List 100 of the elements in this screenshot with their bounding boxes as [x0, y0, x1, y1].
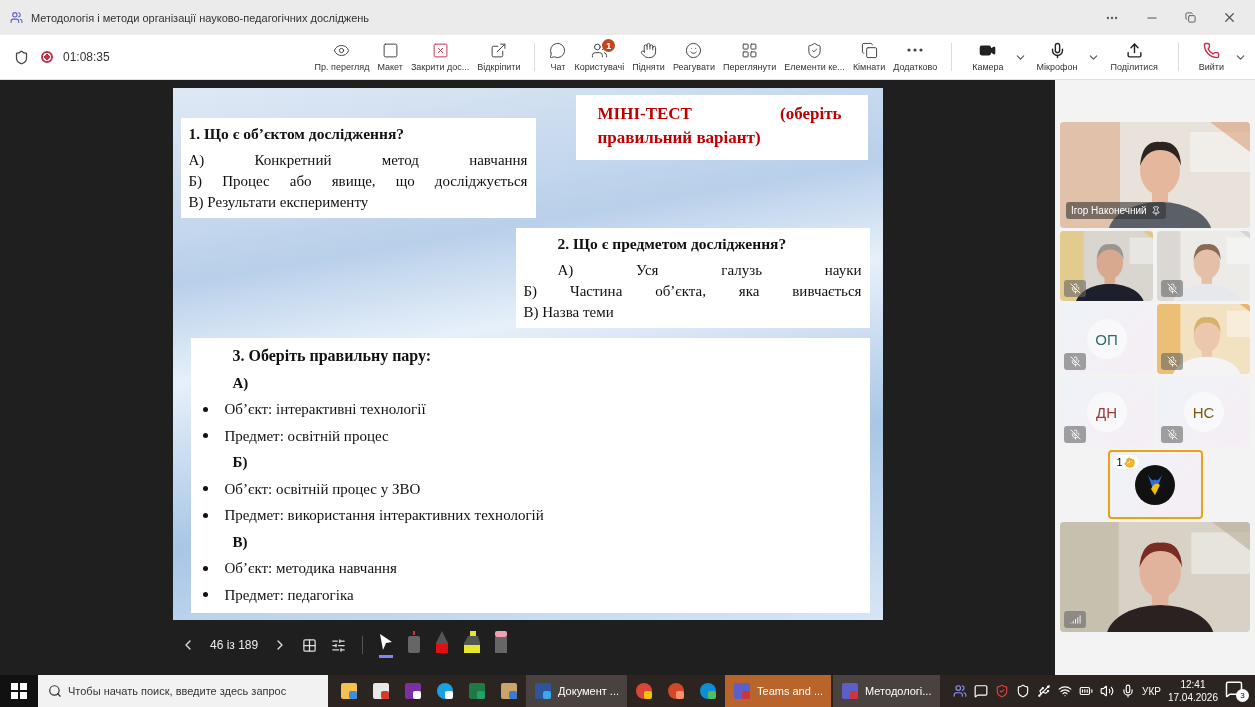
wifi-icon[interactable] — [1058, 684, 1073, 698]
taskbar-app[interactable]: Teams and ... — [725, 675, 832, 707]
teams-app-icon — [733, 682, 752, 700]
answer-option: А) Конкретний метод навчання — [188, 150, 528, 171]
language-indicator[interactable]: УКР — [1142, 685, 1161, 697]
close-icon[interactable] — [1222, 10, 1237, 25]
signal-icon — [1069, 614, 1081, 625]
window-title: Методологія і методи організації науково-педагогічних досліджень — [31, 11, 370, 24]
toolbar-button[interactable]: Поділитися — [1100, 42, 1168, 72]
participant-tile[interactable]: 1 — [1107, 450, 1203, 519]
edge-app-icon — [699, 682, 718, 700]
notification-button[interactable]: 3 — [1225, 680, 1249, 702]
avatar-icon — [1135, 464, 1175, 505]
restore-icon[interactable] — [1185, 12, 1196, 23]
chat-icon — [549, 42, 567, 59]
toolbar-button[interactable]: Вийти — [1188, 42, 1234, 72]
phone-icon — [1202, 42, 1220, 59]
participant-tile[interactable]: НС — [1157, 377, 1250, 447]
slide-title: МІНІ-ТЕСТ (оберіть правильний варіант) — [575, 95, 868, 160]
option-label: В) — [231, 532, 249, 552]
clock[interactable]: 12:41 17.04.2026 — [1167, 678, 1218, 704]
participant-tile[interactable]: ОП — [1060, 304, 1153, 374]
usb-icon[interactable] — [1037, 684, 1052, 698]
start-button[interactable] — [0, 675, 38, 707]
answer-option: Б) Частина об’єкта, яка вивчається — [523, 281, 862, 302]
people-icon — [590, 42, 608, 59]
toolbar-button[interactable]: Чат — [545, 42, 571, 72]
toolbar-button[interactable]: 1 Користувачі — [570, 42, 629, 72]
grid-icon — [302, 637, 318, 653]
list-item: Предмет: педагогіка — [224, 585, 354, 605]
search-icon — [48, 684, 62, 698]
taskbar-app[interactable]: Документ ... — [526, 675, 628, 707]
option-label: А) — [231, 373, 250, 393]
hand-icon — [1123, 456, 1135, 468]
popout-icon — [490, 42, 508, 59]
answer-option: В) Назва теми — [523, 302, 862, 323]
chat-icon[interactable] — [974, 684, 989, 698]
teams-app-icon — [841, 682, 860, 700]
toolbar-button[interactable]: Пр. перегляд — [310, 42, 374, 72]
question-title: 3. Оберіть правильну пару: — [231, 346, 433, 367]
toolbar-button[interactable]: Реагувати — [668, 42, 719, 72]
settings-button[interactable] — [331, 637, 347, 653]
eye-icon — [333, 42, 351, 59]
teams-icon — [10, 11, 23, 24]
list-item: Об’єкт: інтерактивні технології — [224, 400, 426, 419]
toolbar-button[interactable]: Макет — [373, 42, 407, 72]
grid-view-button[interactable] — [302, 637, 318, 653]
close-square-icon — [431, 42, 449, 59]
tool-button[interactable] — [379, 632, 394, 658]
answer-option: В) Результати експерименту — [188, 192, 528, 213]
question-title: 1. Що є об’єктом дослідження? — [188, 124, 406, 144]
toolbar-button[interactable]: Камера — [962, 42, 1014, 72]
taskbar-app[interactable]: Методологі... — [833, 675, 940, 707]
toolbar-button[interactable]: Кімнати — [848, 42, 890, 72]
shield-icon[interactable] — [1016, 684, 1031, 698]
pointer-icon — [379, 632, 394, 651]
date: 17.04.2026 — [1167, 691, 1218, 704]
mic-off-icon — [1069, 429, 1081, 440]
mic-off-icon — [1166, 429, 1178, 440]
list-item: Об’єкт: методика навчання — [224, 559, 397, 578]
time: 12:41 — [1180, 678, 1206, 691]
mic-off-icon — [1069, 283, 1081, 294]
paint-app-icon — [500, 682, 518, 700]
eraser-icon — [495, 630, 508, 653]
answer-option: А) Уся галузь науки — [523, 260, 862, 281]
notification-badge: 1 — [602, 39, 616, 52]
highlighter-icon — [463, 630, 482, 653]
page-counter: 46 із 189 — [210, 638, 259, 652]
microphone-icon[interactable] — [1121, 684, 1136, 698]
toolbar-button[interactable]: Переглянути — [718, 42, 781, 72]
battery-icon[interactable] — [1079, 684, 1094, 698]
copy-icon — [860, 42, 878, 59]
bullet-icon — [202, 486, 208, 492]
notification-icon — [1225, 680, 1243, 698]
hand-count: 1 — [1116, 456, 1123, 468]
toolbar-button[interactable]: Додатково — [889, 42, 942, 72]
hand-icon — [640, 42, 657, 59]
toolbar-button[interactable]: Закрити дос... — [406, 42, 474, 72]
volume-icon[interactable] — [1100, 684, 1115, 698]
powerpoint-app-icon — [667, 682, 686, 700]
pin-icon[interactable] — [1150, 205, 1161, 216]
toolbar-button[interactable]: Підняти — [628, 42, 669, 72]
sliders-icon — [331, 637, 347, 653]
bullet-icon — [202, 592, 208, 598]
folder-app-icon — [340, 682, 358, 700]
note-app-icon — [404, 682, 422, 700]
initials-avatar: НС — [1183, 392, 1224, 432]
bullet-icon — [202, 512, 208, 518]
toolbar-button[interactable]: Відкріпити — [473, 42, 525, 72]
participant-tile[interactable]: ДН — [1060, 377, 1153, 447]
bullet-icon — [202, 565, 208, 571]
excel-app-icon — [468, 682, 486, 700]
mic-off-icon — [1166, 356, 1178, 367]
bullet-icon — [202, 433, 208, 439]
smiley-icon — [685, 42, 703, 59]
search-field[interactable]: Чтобы начать поиск, введите здесь запрос — [38, 675, 328, 707]
initials-avatar: ДН — [1086, 392, 1127, 432]
teams-icon[interactable] — [953, 684, 968, 698]
toolbar-button[interactable]: Елементи ке... — [780, 42, 849, 72]
toolbar-button[interactable]: Мікрофон — [1026, 42, 1088, 72]
